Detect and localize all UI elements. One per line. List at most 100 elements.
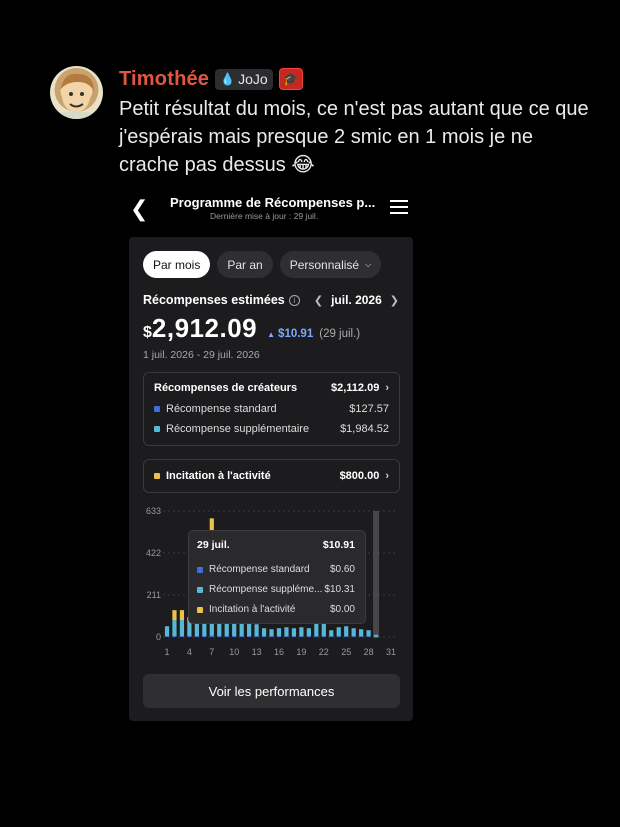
bar-segment [351,636,356,638]
bar-segment [373,634,379,637]
bar-segment [344,626,349,637]
tab-par-an[interactable]: Par an [217,251,273,278]
bar-segment [276,636,282,638]
bar-segment [284,627,289,637]
currency-symbol: $ [143,324,152,341]
info-icon[interactable]: i [288,294,300,306]
bar-segment [284,636,289,638]
username[interactable]: Timothée [119,68,209,91]
bar-segment [164,626,170,637]
x-tick-label: 7 [209,647,214,657]
bar-segment [269,636,274,638]
message-header: Timothée 💧 JoJo 🎓 [119,66,599,92]
up-triangle-icon: ▲ [267,330,276,339]
chevron-right-icon[interactable]: ❯ [390,294,399,307]
creator-rewards-label: Récompenses de créateurs [154,382,298,394]
menu-icon[interactable] [390,200,408,214]
bar-segment [232,622,237,637]
drop-icon: 💧 [220,72,236,86]
rewards-panel: Par mois Par an Personnalisé ⌵ Récompense… [129,237,413,721]
bar-segment [172,636,177,637]
back-button[interactable]: ❮ [130,196,150,222]
chart-tooltip: 29 juil. $10.91 Récompense standard $0.6… [188,530,366,624]
bar-segment [209,635,214,637]
x-tick-label: 25 [341,647,351,657]
bar-segment [329,636,334,638]
x-tick-label: 22 [319,647,329,657]
last-updated: Dernière mise à jour : 29 juil. [210,211,319,221]
extra-reward-row: Récompense supplémentaire $1,984.52 [154,423,389,435]
bar-segment [202,622,207,637]
creator-rewards-card[interactable]: Récompenses de créateurs $2,112.09 › Réco… [143,372,400,446]
server-tag-label: JoJo [238,71,268,87]
bar-segment [164,636,170,638]
activity-incentive-card[interactable]: Incitation à l'activité $800.00 › [143,459,400,493]
bar-segment [336,627,341,637]
tooltip-label: Récompense standard [209,564,310,575]
bar-segment [344,636,349,638]
tab-personnalise[interactable]: Personnalisé ⌵ [279,251,382,278]
bar-segment [366,630,371,637]
tooltip-date: 29 juil. [197,539,230,551]
chevron-down-icon: ⌵ [365,259,372,269]
tab-label: Par an [227,257,263,272]
bar-segment [179,636,185,637]
tooltip-value: $0.60 [329,564,355,575]
creator-rewards-amount: $2,112.09 [330,382,380,394]
tooltip-row-extra: Récompense suppléme... $10.31 [197,584,355,595]
legend-dot-activity [197,606,203,613]
bar-segment [336,636,341,638]
bar-segment [269,629,274,637]
message-text: Petit résultat du mois, ce n'est pas aut… [119,98,589,176]
bar-segment [254,624,259,637]
legend-dot-extra [154,426,160,432]
extra-reward-label: Récompense supplémentaire [166,423,310,435]
bar-segment [299,636,304,638]
bar-segment [194,624,199,637]
period-tabs: Par mois Par an Personnalisé ⌵ [143,251,382,278]
tooltip-value: $0.00 [329,604,355,615]
bar-segment [291,636,297,638]
bar-segment [351,628,356,637]
x-tick-label: 13 [252,647,262,657]
tooltip-header: 29 juil. $10.91 [197,539,355,551]
y-tick-label: 211 [147,590,161,600]
bar-segment [306,636,311,638]
bar-segment [224,636,229,637]
standard-reward-label: Récompense standard [166,403,277,415]
page-title: Programme de Récompenses p... [170,195,376,210]
x-tick-label: 16 [274,647,284,657]
x-tick-label: 4 [187,647,192,657]
bar-segment [179,610,185,621]
bar-segment [359,636,364,638]
server-tag[interactable]: 💧 JoJo [215,68,273,90]
standard-reward-row: Récompense standard $127.57 [154,403,389,415]
bar-segment [187,622,192,637]
delta-value: $10.91 [278,328,314,340]
view-performance-button[interactable]: Voir les performances [143,674,400,708]
tooltip-label: Incitation à l'activité [209,604,296,615]
bar-segment [217,636,222,637]
extra-reward-value: $1,984.52 [340,423,389,435]
bar-segment [232,636,237,637]
y-tick-label: 633 [146,506,161,516]
user-avatar[interactable] [50,66,103,119]
bar-segment [194,636,199,637]
bar-segment [172,620,177,637]
delta-date: (29 juil.) [319,328,361,340]
chevron-right-icon: › [385,470,389,482]
bar-segment [321,623,326,637]
tab-par-mois[interactable]: Par mois [143,251,211,278]
graduation-cap-icon[interactable]: 🎓 [278,68,303,90]
x-tick-label: 10 [229,647,239,657]
highlight-column [373,511,380,637]
estimated-label: Récompenses estimées [143,293,285,307]
bar-segment [239,636,244,637]
month-selector: ❮ juil. 2026 ❯ [314,293,399,307]
date-range: 1 juil. 2026 - 29 juil. 2026 [143,349,260,361]
bar-segment [202,636,207,637]
x-tick-label: 1 [164,647,169,657]
bar-segment [276,628,282,637]
chevron-left-icon[interactable]: ❮ [314,294,323,307]
activity-amount: $800.00 [339,470,380,482]
